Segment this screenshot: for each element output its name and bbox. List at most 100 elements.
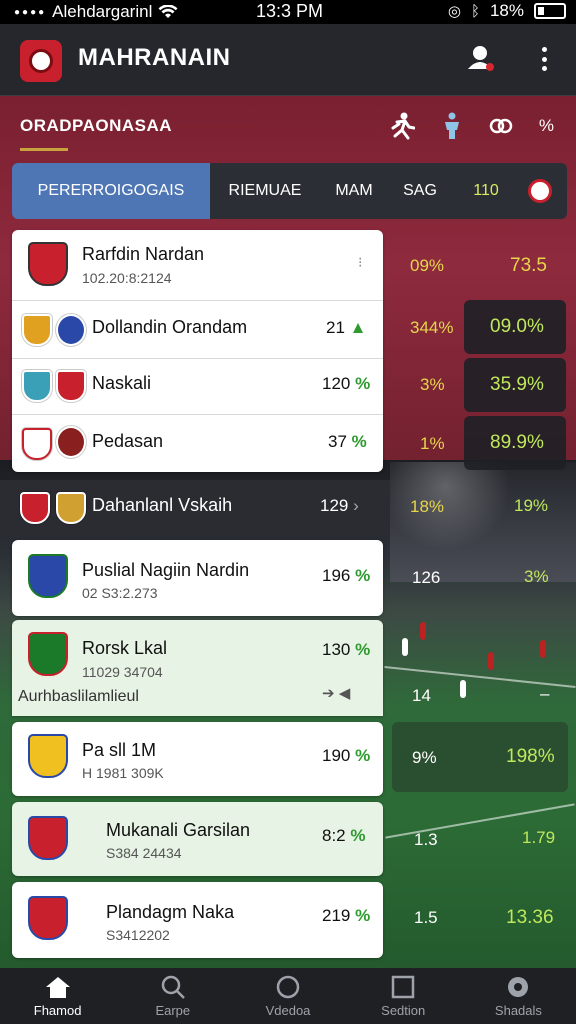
team-name: Rorsk Lkal	[82, 638, 168, 658]
stat-right: –	[540, 684, 550, 703]
tab-overview[interactable]: PERERROIGOGAIS	[12, 163, 210, 219]
more-vert-icon[interactable]	[540, 47, 548, 71]
nav-schedule[interactable]: Shadals	[461, 968, 576, 1024]
team-name: Pa sll 1M	[82, 740, 157, 760]
square-icon	[391, 975, 415, 998]
player-figure	[488, 652, 494, 670]
tab-count[interactable]: 110	[452, 163, 520, 219]
team-crest-icon	[56, 426, 86, 458]
profile-icon[interactable]	[466, 43, 496, 73]
stat-left: 126	[412, 568, 441, 587]
player-figure	[460, 680, 466, 698]
team-name: Pedasan	[92, 431, 164, 451]
team-sub: S3412202	[106, 927, 170, 943]
person-icon[interactable]	[441, 112, 463, 140]
tab-stats[interactable]: SAG	[388, 163, 452, 219]
search-icon	[161, 975, 185, 999]
team-sub: 02 S3:2.273	[82, 585, 158, 601]
list-item[interactable]: Mukanali Garsilan S384 24434 8:2 %	[12, 802, 383, 876]
chevron-right-icon: ›	[353, 496, 359, 515]
link-icon[interactable]	[489, 117, 513, 135]
status-bar: ●●●● Alehdargarinl 13:3 PM ◎ ᛒ 18%	[0, 0, 576, 24]
team-crest-icon	[56, 370, 86, 402]
team-name: Puslial Nagiin Nardin	[82, 560, 250, 580]
stat-left: 1.5	[414, 908, 438, 927]
match-group-card: Rarfdin Nardan 102.20:8:2124 ⁝ Dollandin…	[12, 230, 383, 472]
club-crest-icon	[28, 242, 68, 286]
expand-icons[interactable]: ➔ ◀	[322, 684, 350, 702]
percent-icon[interactable]: %	[539, 116, 554, 136]
stat-right: 19%	[514, 496, 549, 515]
sub-label: Aurhbaslilamlieul	[18, 688, 139, 705]
team-name: Dollandin Orandam	[92, 317, 248, 337]
team-crest-icon	[20, 492, 50, 524]
team-value: 21 ▲	[326, 318, 367, 337]
team-crest-icon	[22, 370, 52, 402]
nav-label: Sedtion	[381, 1002, 426, 1018]
team-name: Naskali	[92, 373, 152, 393]
battery-percent: 18%	[489, 1, 524, 20]
shield-logo-icon[interactable]	[20, 40, 62, 82]
stadium-stands	[390, 462, 576, 582]
tab-results[interactable]: RIEMUAE	[210, 163, 320, 219]
divider	[12, 358, 383, 359]
nav-video[interactable]: Vdedoa	[230, 968, 345, 1024]
bluetooth-icon: ᛒ	[470, 2, 480, 20]
stat-left: 14	[412, 686, 431, 705]
list-item[interactable]: Puslial Nagiin Nardin 02 S3:2.273 196 %	[12, 540, 383, 616]
list-item[interactable]: Plandagm Naka S3412202 219 %	[12, 882, 383, 958]
player-figure	[420, 622, 426, 640]
app-title: MAHRANAIN	[78, 44, 231, 71]
team-value: 8:2 %	[322, 826, 366, 845]
clock: 13:3 PM	[256, 1, 324, 21]
team-name: Plandagm Naka	[106, 902, 235, 922]
tab-team[interactable]: MAM	[320, 163, 388, 219]
stat-right: 09.0%	[490, 316, 544, 337]
team-value: 196 %	[322, 566, 371, 585]
team-sub: H 1981 309K	[82, 765, 164, 781]
battery-icon	[534, 3, 566, 19]
list-item[interactable]: Pa sll 1M H 1981 309K 190 %	[12, 722, 383, 796]
bottom-nav: Fhamod Earpe Vdedoa Sedtion Shadals	[0, 968, 576, 1024]
trend-up-icon: ▲	[349, 318, 367, 337]
team-crest-icon	[22, 428, 52, 460]
alarm-icon: ◎	[447, 3, 461, 20]
stat-right: 198%	[506, 746, 555, 767]
team-crest-icon	[22, 314, 52, 346]
team-value: 219 %	[322, 906, 371, 925]
team-value: 190 %	[322, 746, 371, 765]
carrier-label: Alehdargarinl	[52, 2, 153, 21]
nav-search[interactable]: Earpe	[115, 968, 230, 1024]
nav-home[interactable]: Fhamod	[0, 968, 115, 1024]
circle-icon	[276, 975, 300, 998]
stat-left: 344%	[410, 318, 454, 337]
player-figure	[402, 638, 408, 656]
team-name: Mukanali Garsilan	[106, 820, 251, 840]
team-value: 130 %	[322, 640, 371, 659]
ball-icon	[508, 976, 529, 997]
team-crest-icon	[56, 492, 86, 524]
club-crest-icon	[28, 734, 68, 778]
nav-label: Fhamod	[33, 1002, 82, 1018]
nav-section[interactable]: Sedtion	[346, 968, 461, 1024]
nav-label: Shadals	[494, 1002, 542, 1018]
player-figure	[540, 640, 546, 658]
stat-left: 09%	[410, 256, 445, 275]
club-crest-icon	[28, 554, 68, 598]
more-icon[interactable]: ⁝	[358, 254, 362, 271]
stat-right: 1.79	[522, 828, 556, 847]
stat-left: 3%	[420, 375, 445, 394]
club-crest-icon	[28, 632, 68, 676]
app-bar: MAHRANAIN	[0, 24, 576, 96]
stat-right: 13.36	[506, 907, 554, 928]
nav-label: Vdedoa	[265, 1002, 311, 1018]
signal-icon: ●●●●	[14, 6, 47, 18]
home-icon	[45, 976, 70, 998]
divider	[12, 300, 383, 301]
section-header: ORADPAONASAA %	[0, 96, 576, 156]
running-person-icon[interactable]	[389, 112, 415, 140]
tab-club-icon[interactable]	[520, 163, 560, 219]
stat-right: 89.9%	[490, 432, 544, 453]
team-value: 120 %	[322, 374, 371, 393]
stat-right: 3%	[524, 567, 549, 586]
